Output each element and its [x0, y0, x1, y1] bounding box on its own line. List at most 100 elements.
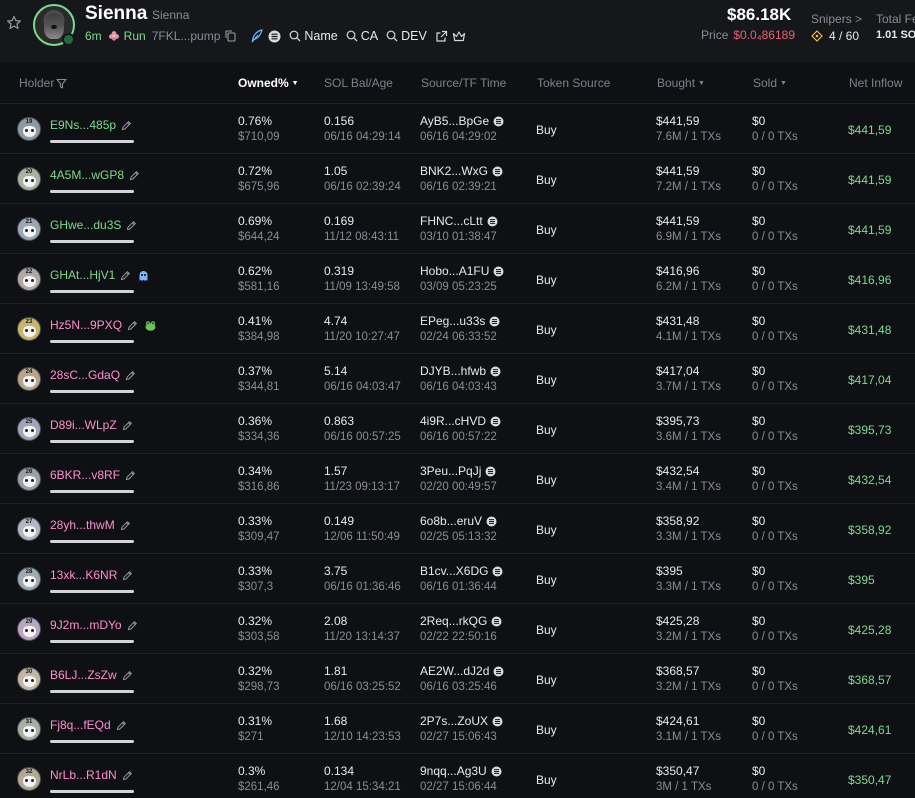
- table-row[interactable]: 22 GHAt...HjV1 0.62% $581,16 0.319 11/09…: [0, 254, 915, 304]
- funding-source-address[interactable]: EPeg...u33s: [420, 314, 485, 328]
- funding-source-address[interactable]: B1cv...X6DG: [420, 564, 488, 578]
- col-inflow[interactable]: Net Inflow: [849, 76, 902, 90]
- snipers-label[interactable]: Snipers >: [811, 12, 862, 26]
- pencil-icon[interactable]: [122, 770, 133, 781]
- holder-avatar[interactable]: 20: [17, 167, 41, 191]
- copy-icon[interactable]: [225, 30, 236, 42]
- search-dev-link[interactable]: DEV: [386, 29, 427, 43]
- holder-address[interactable]: 6BKR...v8RF: [50, 468, 120, 482]
- holder-avatar[interactable]: 32: [17, 767, 41, 791]
- star-icon[interactable]: [6, 15, 22, 31]
- funding-source[interactable]: 2P7s...ZoUX: [420, 714, 503, 728]
- funding-source-address[interactable]: AE2W...dJ2d: [420, 664, 489, 678]
- holder-avatar[interactable]: 21: [17, 217, 41, 241]
- pencil-icon[interactable]: [122, 570, 133, 581]
- funding-source[interactable]: B1cv...X6DG: [420, 564, 503, 578]
- table-row[interactable]: 27 28yh...thwM 0.33% $309,47 0.149 12/06…: [0, 504, 915, 554]
- col-bought[interactable]: Bought ▼: [657, 76, 705, 90]
- holder-address[interactable]: Fj8q...fEQd: [50, 718, 111, 732]
- holder-avatar[interactable]: 26: [17, 467, 41, 491]
- funding-source[interactable]: FHNC...cLtt: [420, 214, 498, 228]
- funding-source[interactable]: DJYB...hfwb: [420, 364, 501, 378]
- holder-avatar[interactable]: 31: [17, 717, 41, 741]
- funding-source-address[interactable]: 2P7s...ZoUX: [420, 714, 488, 728]
- col-token-source[interactable]: Token Source: [537, 76, 610, 90]
- pencil-icon[interactable]: [125, 470, 136, 481]
- funding-source[interactable]: 6o8b...eruV: [420, 514, 497, 528]
- col-sol[interactable]: SOL Bal/Age: [324, 76, 393, 90]
- holder-avatar[interactable]: 27: [17, 517, 41, 541]
- col-source[interactable]: Source/TF Time: [421, 76, 506, 90]
- table-row[interactable]: 25 D89i...WLpZ 0.36% $334,36 0.863 06/16…: [0, 404, 915, 454]
- holder-address[interactable]: Hz5N...9PXQ: [50, 318, 122, 332]
- holder-address[interactable]: GHAt...HjV1: [50, 268, 115, 282]
- funding-source[interactable]: AyB5...BpGe: [420, 114, 504, 128]
- table-row[interactable]: 30 B6LJ...ZsZw 0.32% $298,73 1.81 06/16 …: [0, 654, 915, 704]
- funding-source[interactable]: 4i9R...cHVD: [420, 414, 501, 428]
- holder-avatar[interactable]: 30: [17, 667, 41, 691]
- solana-coin-icon[interactable]: [268, 30, 281, 43]
- col-owned[interactable]: Owned% ▼: [238, 76, 299, 90]
- pencil-icon[interactable]: [127, 620, 138, 631]
- holder-avatar[interactable]: 25: [17, 417, 41, 441]
- funding-source[interactable]: Hobo...A1FU: [420, 264, 504, 278]
- search-ca-link[interactable]: CA: [346, 29, 378, 43]
- run-label[interactable]: Run: [124, 29, 146, 43]
- holder-address[interactable]: 28sC...GdaQ: [50, 368, 120, 382]
- table-row[interactable]: 24 28sC...GdaQ 0.37% $344,81 5.14 06/16 …: [0, 354, 915, 404]
- funding-source[interactable]: EPeg...u33s: [420, 314, 500, 328]
- funding-source-address[interactable]: 6o8b...eruV: [420, 514, 482, 528]
- funding-source-address[interactable]: DJYB...hfwb: [420, 364, 486, 378]
- filter-icon[interactable]: [56, 78, 67, 89]
- funding-source[interactable]: 3Peu...PqJj: [420, 464, 496, 478]
- holder-avatar[interactable]: 28: [17, 567, 41, 591]
- funding-source[interactable]: 2Req...rkQG: [420, 614, 502, 628]
- table-row[interactable]: 23 Hz5N...9PXQ 0.41% $384,98 4.74 11/20 …: [0, 304, 915, 354]
- pencil-icon[interactable]: [126, 220, 137, 231]
- holder-address[interactable]: 28yh...thwM: [50, 518, 115, 532]
- holder-avatar[interactable]: 24: [17, 367, 41, 391]
- holder-address[interactable]: GHwe...du3S: [50, 218, 121, 232]
- holder-address[interactable]: 9J2m...mDYo: [50, 618, 122, 632]
- pencil-icon[interactable]: [120, 270, 131, 281]
- holder-address[interactable]: 4A5M...wGP8: [50, 168, 124, 182]
- holder-address[interactable]: D89i...WLpZ: [50, 418, 117, 432]
- table-row[interactable]: 26 6BKR...v8RF 0.34% $316,86 1.57 11/23 …: [0, 454, 915, 504]
- funding-source-address[interactable]: 2Req...rkQG: [420, 614, 487, 628]
- funding-source[interactable]: 9nqq...Ag3U: [420, 764, 502, 778]
- funding-source-address[interactable]: Hobo...A1FU: [420, 264, 489, 278]
- funding-source-address[interactable]: AyB5...BpGe: [420, 114, 489, 128]
- table-row[interactable]: 29 9J2m...mDYo 0.32% $303,58 2.08 11/20 …: [0, 604, 915, 654]
- holder-address[interactable]: E9Ns...485p: [50, 118, 116, 132]
- funding-source-address[interactable]: 9nqq...Ag3U: [420, 764, 487, 778]
- table-row[interactable]: 21 GHwe...du3S 0.69% $644,24 0.169 11/12…: [0, 204, 915, 254]
- col-sold[interactable]: Sold ▼: [753, 76, 787, 90]
- funding-source[interactable]: AE2W...dJ2d: [420, 664, 504, 678]
- holder-avatar[interactable]: 19: [17, 117, 41, 141]
- funding-source-address[interactable]: FHNC...cLtt: [420, 214, 483, 228]
- pencil-icon[interactable]: [120, 520, 131, 531]
- search-name-link[interactable]: Name: [289, 29, 338, 43]
- col-holder[interactable]: Holder: [19, 76, 67, 90]
- holder-avatar[interactable]: 29: [17, 617, 41, 641]
- holder-avatar[interactable]: 22: [17, 267, 41, 291]
- table-row[interactable]: 32 NrLb...R1dN 0.3% $261,46 0.134 12/04 …: [0, 754, 915, 798]
- external-link-icon[interactable]: [435, 30, 448, 43]
- pencil-icon[interactable]: [122, 670, 133, 681]
- crown-icon[interactable]: [452, 30, 466, 43]
- table-row[interactable]: 20 4A5M...wGP8 0.72% $675,96 1.05 06/16 …: [0, 154, 915, 204]
- holder-avatar[interactable]: 23: [17, 317, 41, 341]
- table-row[interactable]: 28 13xk...K6NR 0.33% $307,3 3.75 06/16 0…: [0, 554, 915, 604]
- pencil-icon[interactable]: [125, 370, 136, 381]
- funding-source-address[interactable]: 3Peu...PqJj: [420, 464, 481, 478]
- funding-source[interactable]: BNK2...WxG: [420, 164, 503, 178]
- pencil-icon[interactable]: [127, 320, 138, 331]
- funding-source-address[interactable]: BNK2...WxG: [420, 164, 488, 178]
- table-row[interactable]: 19 E9Ns...485p 0.76% $710,09 0.156 06/16…: [0, 104, 915, 154]
- holder-address[interactable]: B6LJ...ZsZw: [50, 668, 117, 682]
- pencil-icon[interactable]: [121, 120, 132, 131]
- pencil-icon[interactable]: [116, 720, 127, 731]
- funding-source-address[interactable]: 4i9R...cHVD: [420, 414, 486, 428]
- holder-address[interactable]: 13xk...K6NR: [50, 568, 117, 582]
- pencil-icon[interactable]: [129, 170, 140, 181]
